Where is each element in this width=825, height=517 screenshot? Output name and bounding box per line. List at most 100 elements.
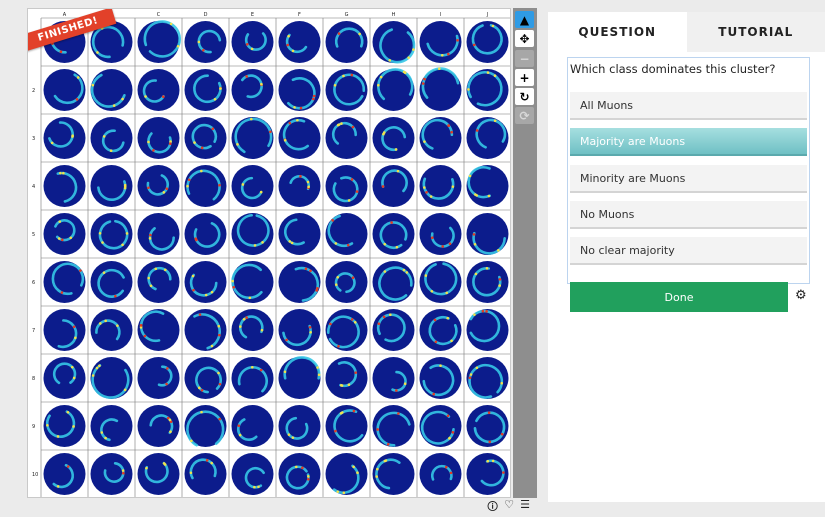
tab-question[interactable]: QUESTION <box>548 12 687 52</box>
ring-hotspot <box>164 463 167 466</box>
ring-hotspot <box>340 412 343 415</box>
ring-hotspot <box>69 237 72 240</box>
column-label: F <box>298 12 301 18</box>
ring-hotspot <box>335 283 338 286</box>
ring-image-disc <box>185 21 227 63</box>
ring-hotspot <box>498 284 501 287</box>
ring-hotspot <box>296 119 299 122</box>
favorite-icon[interactable]: ♡ <box>504 498 514 511</box>
ring-hotspot <box>305 267 308 270</box>
ring-hotspot <box>336 276 339 279</box>
ring-image-disc <box>138 453 180 495</box>
ring-hotspot <box>99 322 102 325</box>
ring-image-disc <box>232 165 274 207</box>
ring-hotspot <box>287 35 290 38</box>
ring-hotspot <box>211 127 214 130</box>
ring-hotspot <box>342 75 345 78</box>
ring-hotspot <box>395 148 398 151</box>
ring-hotspot <box>122 472 125 475</box>
collections-icon[interactable]: ☰ <box>520 498 530 511</box>
pointer-icon[interactable]: ▲ <box>515 11 534 28</box>
ring-image-disc <box>44 405 86 447</box>
ring-hotspot <box>198 41 201 44</box>
ring-hotspot <box>245 75 248 78</box>
ring-hotspot <box>389 313 392 316</box>
ring-hotspot <box>340 384 343 387</box>
ring-hotspot <box>449 242 452 245</box>
ring-hotspot <box>331 219 334 222</box>
ring-hotspot <box>113 104 116 107</box>
ring-hotspot <box>198 387 201 390</box>
column-label: G <box>345 12 349 18</box>
answer-all-muons[interactable]: All Muons <box>570 92 807 120</box>
rotate-icon[interactable]: ↻ <box>515 88 534 105</box>
done-button[interactable]: Done <box>570 282 788 312</box>
ring-hotspot <box>376 428 379 431</box>
ring-hotspot <box>295 466 298 469</box>
ring-image-disc <box>373 357 415 399</box>
info-icon[interactable]: 🛈 <box>487 498 498 511</box>
ring-hotspot <box>103 135 106 138</box>
ring-image-disc <box>138 165 180 207</box>
zoom-out-icon[interactable]: − <box>515 50 534 67</box>
ring-hotspot <box>488 195 491 198</box>
ring-hotspot <box>110 149 113 152</box>
ring-hotspot <box>217 372 220 375</box>
ring-hotspot <box>73 325 76 328</box>
ring-hotspot <box>474 243 477 246</box>
ring-hotspot <box>246 43 249 46</box>
ring-hotspot <box>388 59 391 62</box>
ring-hotspot <box>473 233 476 236</box>
ring-hotspot <box>407 56 410 59</box>
ring-image-disc <box>91 405 133 447</box>
ring-image-disc <box>232 453 274 495</box>
ring-hotspot <box>77 76 80 79</box>
answer-no-clear-majority[interactable]: No clear majority <box>570 237 807 265</box>
subject-image[interactable]: FINISHED! ABCDEFGHIJ12345678910 <box>27 8 511 498</box>
ring-hotspot <box>239 325 242 328</box>
answer-minority-muons[interactable]: Minority are Muons <box>570 165 807 193</box>
question-box: Which class dominates this cluster? All … <box>567 57 810 284</box>
ring-image-disc <box>373 117 415 159</box>
ring-hotspot <box>170 23 173 26</box>
ring-image-disc <box>138 309 180 351</box>
settings-icon[interactable]: ⚙ <box>795 288 807 303</box>
ring-hotspot <box>352 276 355 279</box>
ring-hotspot <box>219 87 222 90</box>
answer-majority-muons[interactable]: Majority are Muons <box>570 128 807 156</box>
ring-hotspot <box>192 275 195 278</box>
ring-hotspot <box>236 143 239 146</box>
ring-hotspot <box>494 119 497 122</box>
ring-image-disc <box>420 117 462 159</box>
ring-hotspot <box>284 371 287 374</box>
ring-hotspot <box>430 195 433 198</box>
ring-hotspot <box>284 139 287 142</box>
ring-hotspot <box>390 221 393 224</box>
ring-hotspot <box>452 431 455 434</box>
ring-hotspot <box>467 88 470 91</box>
ring-hotspot <box>166 367 169 370</box>
ring-hotspot <box>239 434 242 437</box>
tab-tutorial[interactable]: TUTORIAL <box>687 12 825 52</box>
ring-hotspot <box>473 313 476 316</box>
ring-hotspot <box>190 471 193 474</box>
ring-hotspot <box>249 296 252 299</box>
ring-hotspot <box>71 134 74 137</box>
ring-hotspot <box>315 289 318 292</box>
ring-hotspot <box>261 241 264 244</box>
ring-hotspot <box>51 142 54 145</box>
ring-hotspot <box>188 178 191 181</box>
ring-hotspot <box>99 232 102 235</box>
ring-hotspot <box>147 186 150 189</box>
ring-hotspot <box>340 122 343 125</box>
move-icon[interactable]: ✥ <box>515 30 534 47</box>
ring-hotspot <box>214 98 217 101</box>
ring-hotspot <box>61 239 64 242</box>
ring-hotspot <box>144 95 147 98</box>
ring-hotspot <box>211 291 214 294</box>
reset-icon[interactable]: ⟳ <box>515 107 534 124</box>
zoom-in-icon[interactable]: + <box>515 69 534 86</box>
ring-hotspot <box>441 245 444 248</box>
answer-no-muons[interactable]: No Muons <box>570 201 807 229</box>
ring-hotspot <box>291 242 294 245</box>
